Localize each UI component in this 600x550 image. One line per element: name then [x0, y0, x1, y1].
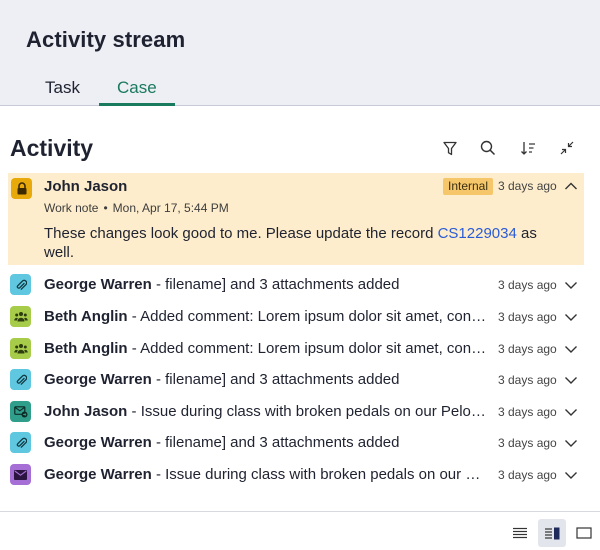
- item-summary: George Warren - filename] and 3 attachme…: [44, 434, 490, 451]
- people-icon: [10, 306, 31, 327]
- item-summary: George Warren - Issue during class with …: [44, 466, 490, 483]
- chevron-down-icon[interactable]: [563, 278, 579, 292]
- item-time: 3 days ago: [498, 373, 557, 387]
- item-time: 3 days ago: [498, 405, 557, 419]
- chevron-down-icon[interactable]: [563, 468, 579, 482]
- item-date: Mon, Apr 17, 5:44 PM: [112, 201, 229, 215]
- item-description: - Added comment: Lorem ipsum dolor sit a…: [127, 308, 490, 325]
- item-author: Beth Anglin: [44, 340, 128, 357]
- item-author: George Warren: [44, 276, 152, 293]
- separator-dot: •: [103, 201, 108, 215]
- page-title: Activity stream: [26, 27, 186, 52]
- activity-item[interactable]: George Warren - Issue during class with …: [8, 464, 584, 488]
- view-switcher: [0, 511, 600, 550]
- chevron-down-icon[interactable]: [563, 436, 579, 450]
- item-author: George Warren: [44, 434, 152, 451]
- item-message: These changes look good to me. Please up…: [44, 224, 564, 262]
- item-summary: George Warren - filename] and 3 attachme…: [44, 371, 490, 388]
- people-icon: [10, 338, 31, 359]
- item-summary: George Warren - filename] and 3 attachme…: [44, 276, 490, 293]
- chevron-down-icon[interactable]: [563, 310, 579, 324]
- item-description: - Issue during class with broken pedals …: [127, 403, 490, 420]
- filter-icon[interactable]: [440, 138, 460, 158]
- item-time: 3 days ago: [498, 310, 557, 324]
- activity-item-expanded[interactable]: John Jason Internal 3 days ago Work note…: [8, 173, 584, 265]
- item-type: Work note: [44, 201, 99, 215]
- sort-icon[interactable]: [518, 138, 538, 158]
- activity-heading: Activity: [10, 135, 94, 161]
- activity-item[interactable]: George Warren - filename] and 3 attachme…: [8, 274, 584, 298]
- collapse-icon[interactable]: [557, 138, 577, 158]
- activity-item[interactable]: John Jason - Issue during class with bro…: [8, 401, 584, 425]
- record-link[interactable]: CS1229034: [438, 225, 517, 242]
- item-time: 3 days ago: [498, 468, 557, 482]
- item-description: - filename] and 3 attachments added: [151, 371, 400, 388]
- chevron-down-icon[interactable]: [563, 342, 579, 356]
- chevron-down-icon[interactable]: [563, 373, 579, 387]
- activity-item[interactable]: Beth Anglin - Added comment: Lorem ipsum…: [8, 306, 584, 330]
- item-author: George Warren: [44, 371, 152, 388]
- search-icon[interactable]: [478, 138, 498, 158]
- activity-stream-header: Activity stream Task Case: [0, 0, 600, 106]
- activity-item[interactable]: Beth Anglin - Added comment: Lorem ipsum…: [8, 338, 584, 362]
- paperclip-icon: [10, 369, 31, 390]
- list-view-icon[interactable]: [506, 519, 534, 547]
- single-view-icon[interactable]: [570, 519, 598, 547]
- item-author: John Jason: [44, 178, 128, 195]
- message-text-before: These changes look good to me. Please up…: [44, 225, 438, 242]
- email-send-icon: [10, 401, 31, 422]
- item-summary: John Jason - Issue during class with bro…: [44, 403, 490, 420]
- item-description: - filename] and 3 attachments added: [151, 434, 400, 451]
- item-time: 3 days ago: [498, 436, 557, 450]
- item-time: 3 days ago: [498, 342, 557, 356]
- item-author: Beth Anglin: [44, 308, 128, 325]
- split-view-icon[interactable]: [538, 519, 566, 547]
- item-meta: Work note • Mon, Apr 17, 5:44 PM: [44, 201, 229, 215]
- lock-icon: [11, 178, 32, 199]
- chevron-up-icon[interactable]: [563, 179, 579, 193]
- item-description: - filename] and 3 attachments added: [151, 276, 400, 293]
- item-description: - Issue during class with broken pedals …: [155, 466, 490, 483]
- paperclip-icon: [10, 274, 31, 295]
- item-author: John Jason: [44, 403, 128, 420]
- item-summary: Beth Anglin - Added comment: Lorem ipsum…: [44, 308, 490, 325]
- item-time: 3 days ago: [498, 179, 557, 193]
- tab-task[interactable]: Task: [45, 78, 80, 98]
- item-author: George Warren: [44, 466, 152, 483]
- item-description: - Added comment: Lorem ipsum dolor sit a…: [127, 340, 490, 357]
- paperclip-icon: [10, 432, 31, 453]
- active-tab-indicator: [99, 103, 175, 106]
- tab-case[interactable]: Case: [117, 78, 157, 98]
- activity-item[interactable]: George Warren - filename] and 3 attachme…: [8, 369, 584, 393]
- envelope-icon: [10, 464, 31, 485]
- item-time: 3 days ago: [498, 278, 557, 292]
- internal-badge: Internal: [443, 178, 494, 195]
- chevron-down-icon[interactable]: [563, 405, 579, 419]
- activity-item[interactable]: George Warren - filename] and 3 attachme…: [8, 432, 584, 456]
- item-summary: Beth Anglin - Added comment: Lorem ipsum…: [44, 340, 490, 357]
